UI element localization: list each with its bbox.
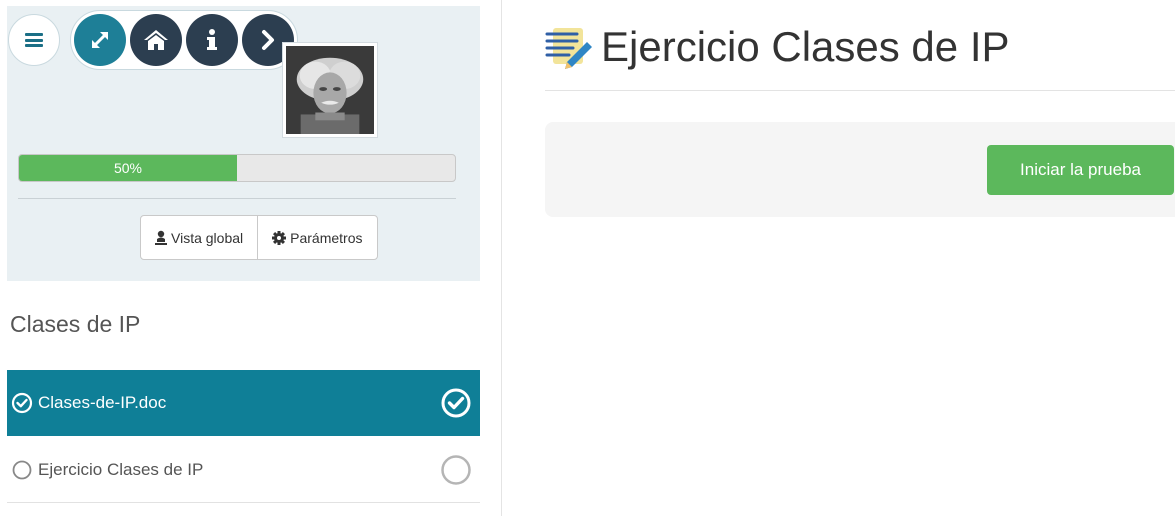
fullscreen-icon [92,32,108,48]
settings-button-label: Parámetros [290,229,363,246]
progress-bar: 50% [18,154,456,182]
overview-button-label: Vista global [171,229,244,246]
user-icon [155,230,167,246]
home-icon [144,30,168,50]
list-item-ejercicio[interactable]: Ejercicio Clases de IP [7,437,480,503]
sidebar-actions: Vista global Parámetros [140,215,378,260]
empty-circle-icon [11,459,33,481]
overview-button[interactable]: Vista global [141,216,257,259]
pending-status-icon [440,454,472,486]
settings-button[interactable]: Parámetros [257,216,376,259]
exercise-icon [545,28,592,69]
sidebar: 50% Vista global Parámetros Clases de IP… [0,0,480,516]
page-title: Ejercicio Clases de IP [543,22,1010,72]
title-divider [545,90,1175,91]
portrait-image [286,46,374,134]
user-avatar [282,42,378,138]
next-icon [262,30,274,50]
info-button[interactable] [186,14,238,66]
divider [18,198,456,199]
menu-icon [25,33,43,47]
completed-status-icon [440,387,472,419]
check-circle-icon [11,392,33,414]
list-item-clases-doc[interactable]: Clases-de-IP.doc [7,370,480,436]
fullscreen-button[interactable] [74,14,126,66]
progress-fill: 50% [19,155,237,181]
home-button[interactable] [130,14,182,66]
list-item-label: Ejercicio Clases de IP [38,459,204,479]
page-title-text: Ejercicio Clases de IP [601,23,1010,70]
menu-toggle-button[interactable] [8,14,60,66]
section-title: Clases de IP [10,311,141,337]
progress-label: 50% [113,160,143,176]
start-test-button[interactable]: Iniciar la prueba [987,145,1174,195]
cog-icon [272,230,287,245]
info-icon [207,29,217,50]
sidebar-border [501,0,502,516]
list-item-label: Clases-de-IP.doc [38,393,167,412]
